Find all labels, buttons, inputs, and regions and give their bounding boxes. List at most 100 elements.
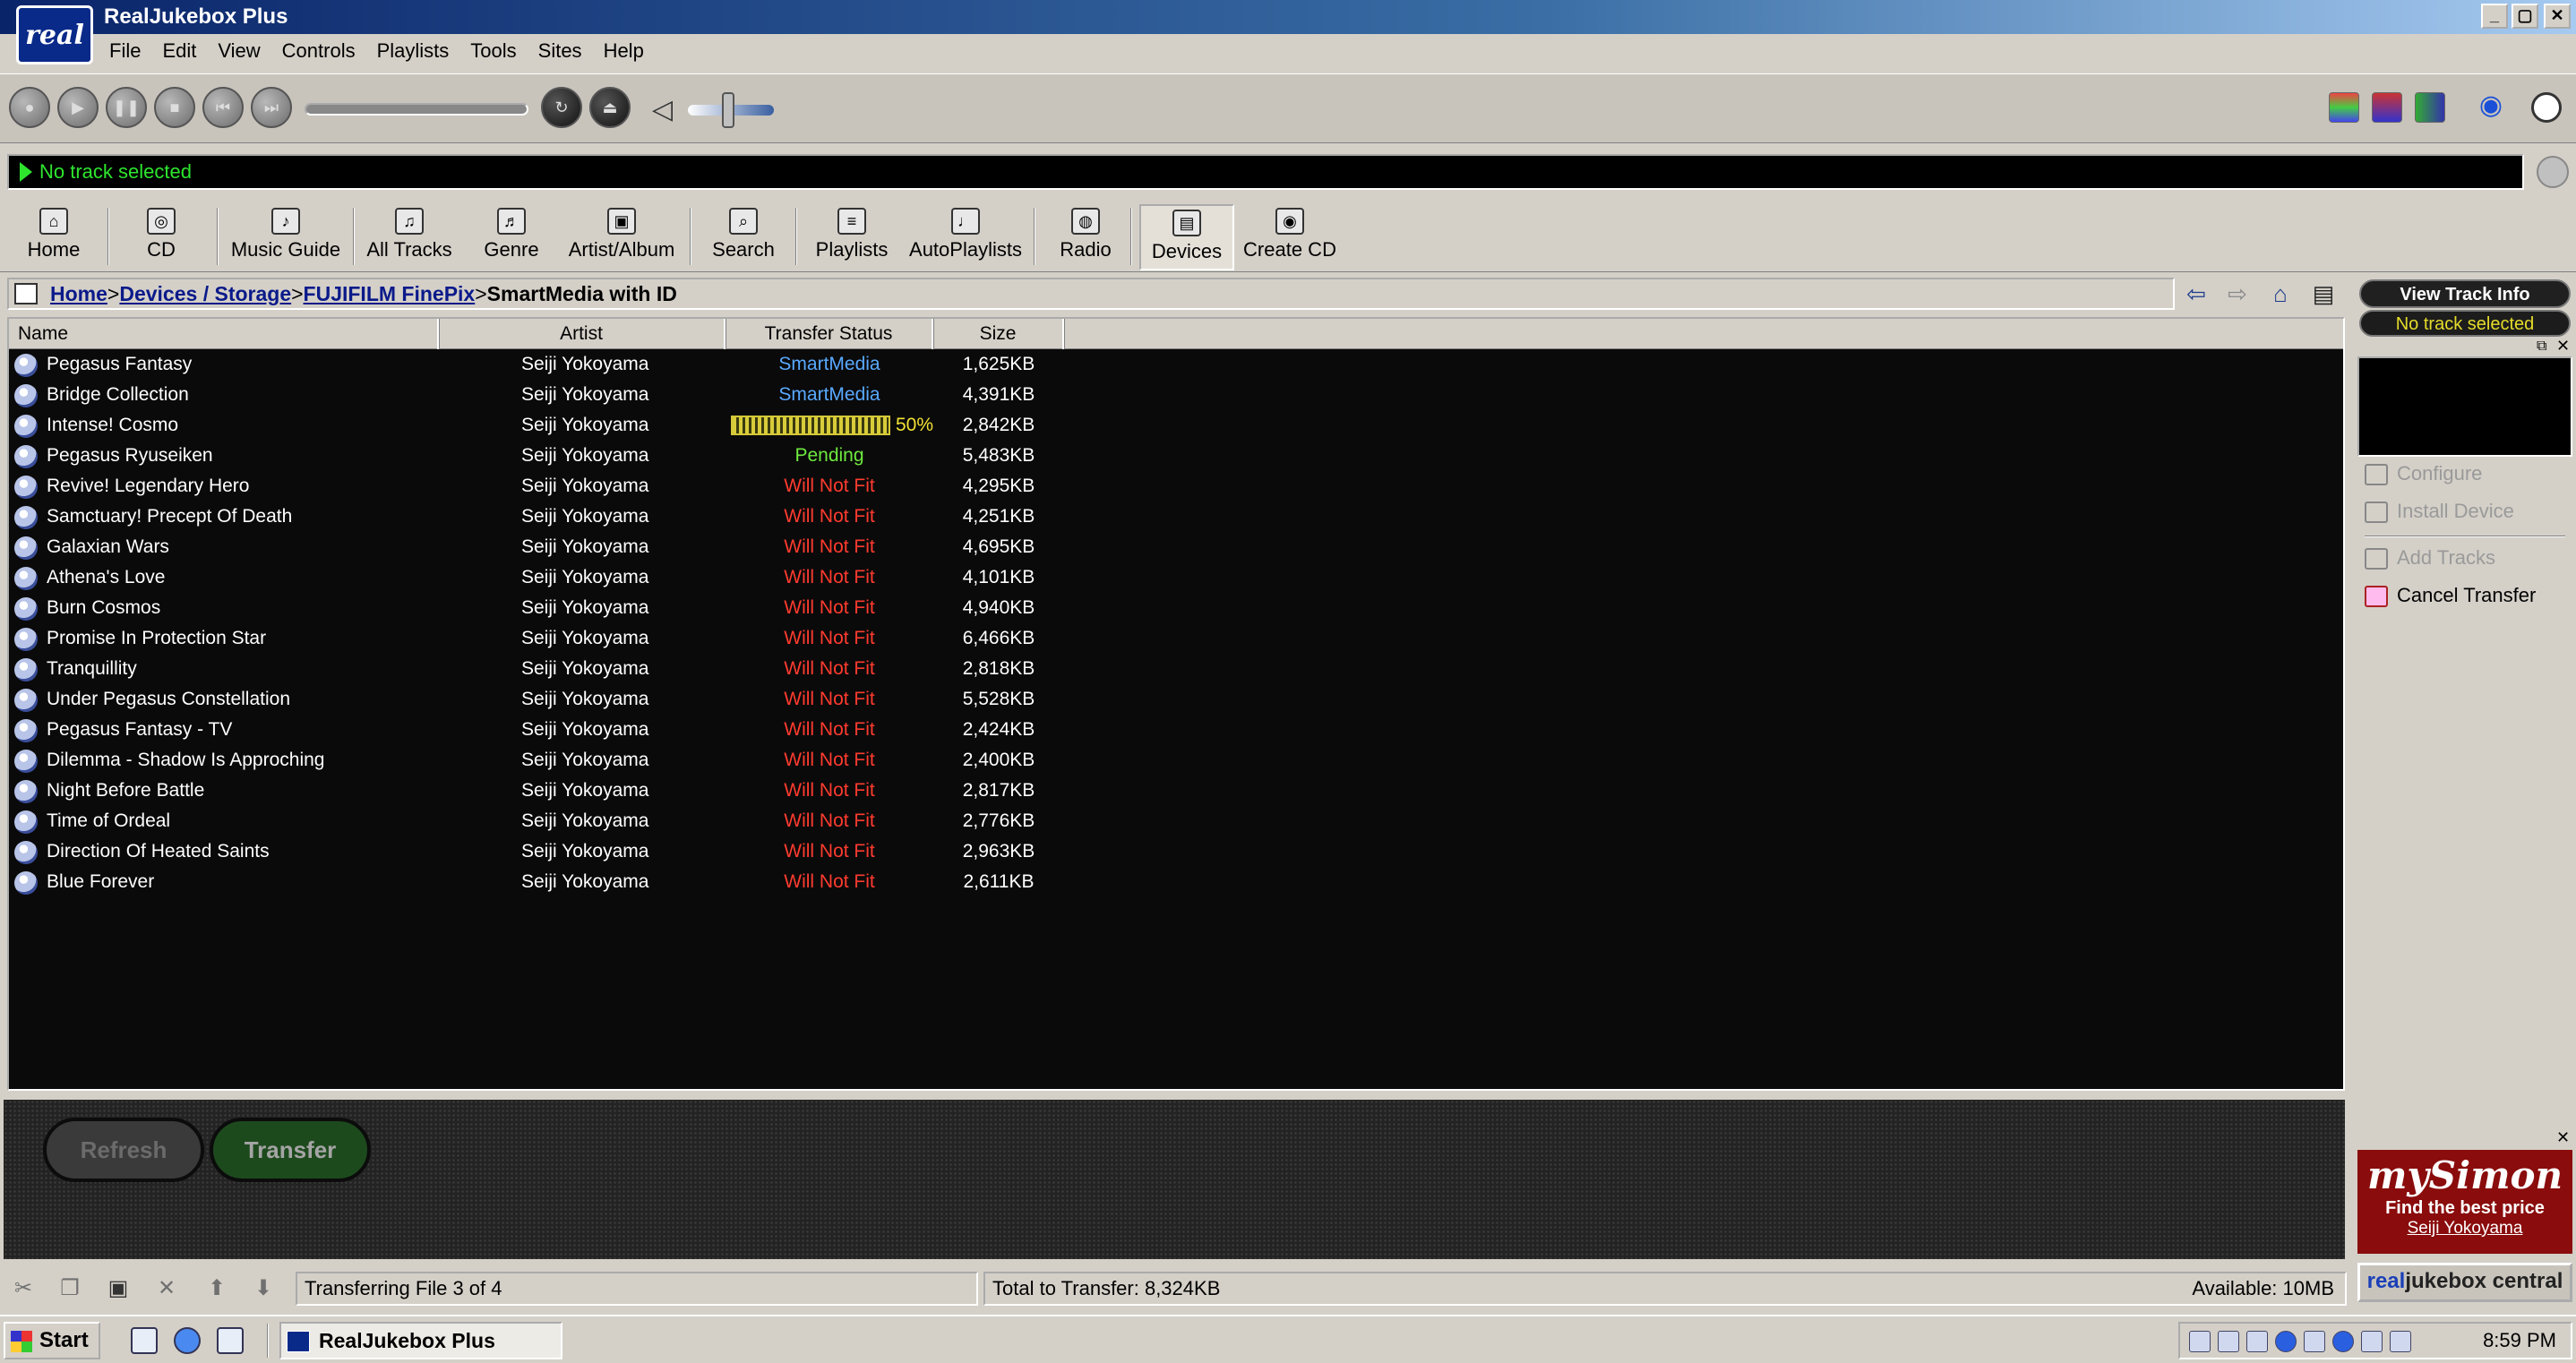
nav-create-cd[interactable]: ◉ Create CD xyxy=(1240,204,1340,270)
record-icon[interactable]: ● xyxy=(9,87,50,128)
speaker-icon[interactable]: ◁ xyxy=(652,94,673,125)
cut-icon[interactable]: ✂ xyxy=(11,1275,36,1302)
table-row[interactable]: Time of Ordeal Seiji Yokoyama Will Not Fit… xyxy=(9,806,1084,836)
breadcrumb-devices-storage[interactable]: Devices / Storage xyxy=(119,282,291,305)
table-row[interactable]: Pegasus Fantasy Seiji Yokoyama SmartMedia 1… xyxy=(9,349,1084,380)
table-row[interactable]: Galaxian Wars Seiji Yokoyama Will Not Fit 4… xyxy=(9,532,1084,562)
close-button[interactable]: ✕ xyxy=(2544,4,2571,29)
taskbar-realjukebox[interactable]: RealJukebox Plus xyxy=(279,1322,562,1359)
nav-home[interactable]: ⌂ Home xyxy=(18,204,90,270)
tray-network-icon[interactable] xyxy=(2189,1331,2211,1352)
internet-explorer-icon[interactable] xyxy=(174,1327,201,1354)
breadcrumb-fujifilm-finepix[interactable]: FUJIFILM FinePix xyxy=(304,282,476,305)
column-header-artist[interactable]: Artist xyxy=(439,319,726,349)
stop-icon[interactable]: ■ xyxy=(154,87,195,128)
real-jukebox-central-button[interactable]: realjukebox central xyxy=(2357,1263,2572,1302)
tray-real-icon[interactable] xyxy=(2275,1331,2297,1352)
table-row[interactable]: Blue Forever Seiji Yokoyama Will Not Fit 2,… xyxy=(9,867,1084,897)
menu-view[interactable]: View xyxy=(207,36,270,66)
close-panel-icon[interactable]: ✕ xyxy=(2556,337,2570,356)
table-row[interactable]: Direction Of Heated Saints Seiji Yokoyama… xyxy=(9,836,1084,867)
undock-icon[interactable]: ⧉ xyxy=(2537,339,2546,355)
table-row[interactable]: Tranquillity Seiji Yokoyama Will Not Fit 2,… xyxy=(9,654,1084,684)
seek-slider[interactable] xyxy=(305,103,528,116)
maximize-button[interactable]: ▢ xyxy=(2512,4,2538,29)
delete-icon[interactable]: ✕ xyxy=(154,1275,179,1302)
play-icon[interactable]: ▶ xyxy=(57,87,99,128)
table-row[interactable]: Intense! Cosmo Seiji Yokoyama 50% 2,842KB xyxy=(9,410,1084,441)
mysimon-ad[interactable]: mySimon Find the best price Seiji Yokoya… xyxy=(2357,1150,2572,1254)
transfer-button[interactable]: Transfer xyxy=(210,1118,371,1182)
mixer-icon[interactable] xyxy=(2415,92,2445,123)
tray-messenger-icon[interactable] xyxy=(2304,1331,2325,1352)
menu-playlists[interactable]: Playlists xyxy=(366,36,460,66)
column-header-size[interactable]: Size xyxy=(933,319,1064,349)
table-row[interactable]: Night Before Battle Seiji Yokoyama Will No… xyxy=(9,776,1084,806)
nav-devices[interactable]: ▤ Devices xyxy=(1139,204,1234,270)
nav-artist-album[interactable]: ▣ Artist/Album xyxy=(561,204,683,270)
cancel-transfer-menu-item[interactable]: Cancel Transfer xyxy=(2365,584,2536,607)
refresh-button[interactable]: Refresh xyxy=(43,1118,204,1182)
nav-playlists[interactable]: ≡ Playlists xyxy=(810,204,894,270)
back-arrow-icon[interactable]: ⇦ xyxy=(2182,279,2211,308)
tray-realplayer-icon[interactable] xyxy=(2332,1331,2354,1352)
nav-all-tracks[interactable]: ♫ All Tracks xyxy=(358,204,460,270)
tray-antivirus-icon[interactable] xyxy=(2361,1331,2383,1352)
paste-icon[interactable]: ▣ xyxy=(106,1275,131,1302)
menu-tools[interactable]: Tools xyxy=(459,36,527,66)
shuffle-icon[interactable]: ↻ xyxy=(541,87,582,128)
nav-search[interactable]: ⌕ Search xyxy=(700,204,786,270)
tray-update-icon[interactable] xyxy=(2390,1331,2411,1352)
move-up-icon[interactable]: ⬆ xyxy=(204,1275,229,1302)
table-row[interactable]: Revive! Legendary Hero Seiji Yokoyama Will… xyxy=(9,471,1084,501)
minimize-button[interactable]: _ xyxy=(2481,4,2508,29)
table-row[interactable]: Dilemma - Shadow Is Approching Seiji Yoko… xyxy=(9,745,1084,776)
status-options-button[interactable] xyxy=(2537,156,2569,188)
configure-menu-item[interactable]: Configure xyxy=(2365,462,2482,485)
tray-volume-icon[interactable] xyxy=(2246,1331,2268,1352)
next-icon[interactable]: ⏭ xyxy=(251,87,292,128)
nav-music-guide[interactable]: ♪ Music Guide xyxy=(228,204,344,270)
table-row[interactable]: Under Pegasus Constellation Seiji Yokoyam… xyxy=(9,684,1084,715)
equalizer-icon[interactable] xyxy=(2372,92,2402,123)
show-desktop-icon[interactable] xyxy=(131,1327,158,1354)
install-device-menu-item[interactable]: Install Device xyxy=(2365,500,2514,523)
view-options-icon[interactable]: ▤ xyxy=(2309,279,2338,308)
table-row[interactable]: Bridge Collection Seiji Yokoyama SmartMedi… xyxy=(9,380,1084,410)
compact-mode-icon[interactable] xyxy=(2531,92,2562,123)
forward-arrow-icon[interactable]: ⇨ xyxy=(2223,279,2252,308)
view-track-info-button[interactable]: View Track Info xyxy=(2359,279,2571,308)
volume-thumb[interactable] xyxy=(722,92,734,128)
table-row[interactable]: Athena's Love Seiji Yokoyama Will Not Fit 4… xyxy=(9,562,1084,593)
close-ad-icon[interactable]: ✕ xyxy=(2556,1128,2570,1147)
outlook-icon[interactable] xyxy=(217,1327,244,1354)
menu-controls[interactable]: Controls xyxy=(271,36,366,66)
nav-cd[interactable]: ◎ CD xyxy=(125,204,197,270)
ad-link[interactable]: Seiji Yokoyama xyxy=(2357,1219,2572,1239)
table-row[interactable]: Promise In Protection Star Seiji Yokoyama… xyxy=(9,623,1084,654)
table-row[interactable]: Pegasus Fantasy - TV Seiji Yokoyama Will N… xyxy=(9,715,1084,745)
pause-icon[interactable]: ❚❚ xyxy=(106,87,147,128)
table-row[interactable]: Pegasus Ryuseiken Seiji Yokoyama Pending 5,… xyxy=(9,441,1084,471)
tray-device-icon[interactable] xyxy=(2218,1331,2239,1352)
menu-edit[interactable]: Edit xyxy=(151,36,207,66)
start-button[interactable]: Start xyxy=(4,1322,100,1359)
column-header-name[interactable]: Name xyxy=(9,319,439,349)
real-eye-icon[interactable]: ◉ xyxy=(2476,92,2506,123)
breadcrumb-home[interactable]: Home xyxy=(50,282,107,305)
copy-icon[interactable]: ❐ xyxy=(57,1275,82,1302)
nav-autoplaylists[interactable]: ♩ AutoPlaylists xyxy=(903,204,1028,270)
nav-radio[interactable]: ◍ Radio xyxy=(1048,204,1123,270)
table-row[interactable]: Burn Cosmos Seiji Yokoyama Will Not Fit 4,9… xyxy=(9,593,1084,623)
move-down-icon[interactable]: ⬇ xyxy=(251,1275,276,1302)
table-row[interactable]: Samctuary! Precept Of Death Seiji Yokoyam… xyxy=(9,501,1084,532)
previous-icon[interactable]: ⏮ xyxy=(202,87,244,128)
add-tracks-menu-item[interactable]: Add Tracks xyxy=(2365,546,2495,570)
home-nav-icon[interactable]: ⌂ xyxy=(2266,279,2295,308)
eject-icon[interactable]: ⏏ xyxy=(589,87,631,128)
menu-help[interactable]: Help xyxy=(593,36,655,66)
menu-sites[interactable]: Sites xyxy=(528,36,593,66)
visualization-icon[interactable] xyxy=(2329,92,2359,123)
column-header-transfer-status[interactable]: Transfer Status xyxy=(726,319,933,349)
nav-genre[interactable]: ♬ Genre xyxy=(471,204,552,270)
